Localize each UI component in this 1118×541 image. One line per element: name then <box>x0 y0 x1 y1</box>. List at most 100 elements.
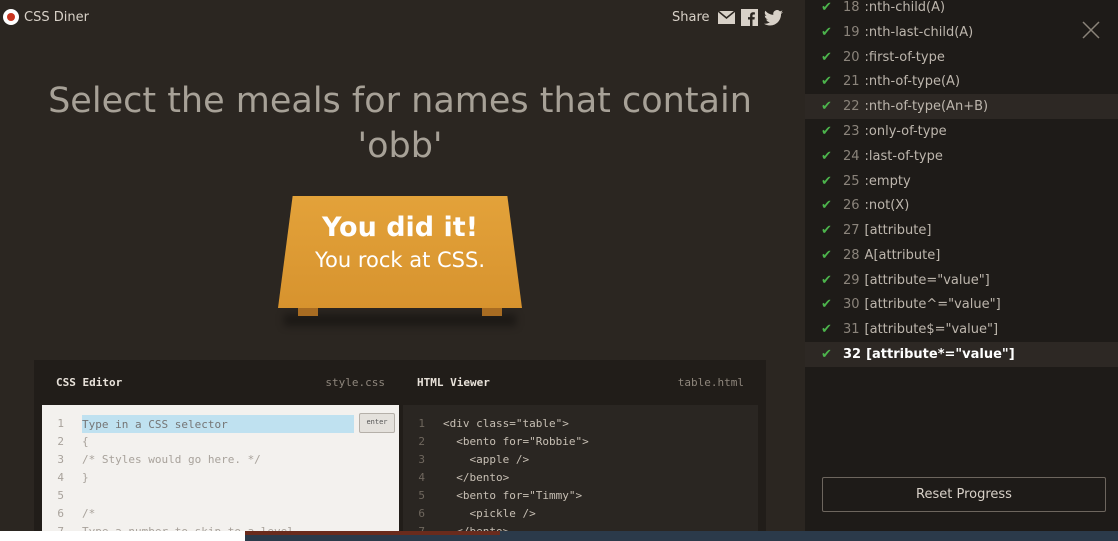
level-number: 24 <box>843 149 860 164</box>
reset-progress-button[interactable]: Reset Progress <box>822 477 1106 512</box>
twitter-icon[interactable] <box>763 9 783 26</box>
logo[interactable]: CSS Diner <box>3 9 89 25</box>
dining-table: You did it! You rock at CSS. <box>276 196 524 326</box>
html-line-numbers: 1 2 3 4 5 6 7 <box>403 415 431 541</box>
level-item[interactable]: ✔ 25 :empty <box>805 169 1118 194</box>
code-line: { <box>82 435 89 448</box>
code-line: } <box>82 471 89 484</box>
bottom-strip-accent <box>245 531 500 535</box>
level-number: 27 <box>843 223 860 238</box>
code-line[interactable]: <bento for="Robbie"> <box>443 433 750 451</box>
level-item-current[interactable]: ✔ 32 [attribute*="value"] <box>805 342 1118 367</box>
check-icon: ✔ <box>821 0 832 15</box>
level-menu: ✔ 18 :nth-child(A) ✔ 19 :nth-last-child(… <box>805 0 1118 531</box>
level-name: :nth-last-child(A) <box>864 25 974 40</box>
share-label: Share <box>672 10 710 25</box>
line-number: 5 <box>57 489 64 502</box>
level-item[interactable]: ✔ 27 [attribute] <box>805 218 1118 243</box>
level-item[interactable]: ✔ 30 [attribute^="value"] <box>805 292 1118 317</box>
html-viewer-filename: table.html <box>677 376 744 389</box>
level-item[interactable]: ✔ 29 [attribute="value"] <box>805 268 1118 293</box>
level-name: :nth-child(A) <box>864 0 946 15</box>
level-number: 20 <box>843 50 860 65</box>
level-number: 31 <box>843 322 860 337</box>
code-line: /* <box>82 507 96 520</box>
line-number: 1 <box>57 417 64 430</box>
success-heading: You did it! <box>321 212 479 243</box>
level-number: 21 <box>843 74 860 89</box>
level-name: A[attribute] <box>864 248 941 263</box>
bottom-strip <box>0 531 1118 541</box>
code-line[interactable]: <apple /> <box>443 451 750 469</box>
level-item[interactable]: ✔ 24 :last-of-type <box>805 144 1118 169</box>
css-code-area: 1 2 3 4 5 6 7 { /* Styles would go here.… <box>42 405 399 541</box>
share-bar: Share <box>672 9 783 26</box>
level-item[interactable]: ✔ 28 A[attribute] <box>805 243 1118 268</box>
facebook-icon[interactable] <box>740 9 758 26</box>
level-name: :first-of-type <box>864 50 945 65</box>
code-line[interactable]: </bento> <box>443 469 750 487</box>
level-number: 32 <box>843 347 862 362</box>
table-legs <box>298 308 502 316</box>
line-number: 3 <box>57 453 64 466</box>
level-name: :nth-of-type(An+B) <box>864 99 989 114</box>
level-item[interactable]: ✔ 22 :nth-of-type(An+B) <box>805 94 1118 119</box>
line-number: 6 <box>418 507 425 520</box>
level-name: [attribute] <box>864 223 932 238</box>
check-icon: ✔ <box>821 223 832 238</box>
mail-icon[interactable] <box>717 11 735 24</box>
line-number: 3 <box>418 453 425 466</box>
level-item[interactable]: ✔ 19 :nth-last-child(A) <box>805 20 1118 45</box>
level-number: 19 <box>843 25 860 40</box>
table-leg-right <box>482 308 502 316</box>
check-icon: ✔ <box>821 248 832 263</box>
html-viewer-header: HTML Viewer table.html <box>403 360 758 405</box>
level-name: :empty <box>864 174 911 189</box>
level-item[interactable]: ✔ 23 :only-of-type <box>805 119 1118 144</box>
level-item[interactable]: ✔ 26 :not(X) <box>805 193 1118 218</box>
top-bar: CSS Diner Share <box>0 0 805 36</box>
html-code-lines: <div class="table"> <bento for="Robbie">… <box>443 415 750 541</box>
html-viewer: HTML Viewer table.html 1 2 3 4 5 6 7 <di… <box>403 360 758 541</box>
css-line-numbers: 1 2 3 4 5 6 7 <box>42 415 70 541</box>
css-editor: CSS Editor style.css 1 2 3 4 5 6 7 { /* … <box>42 360 399 541</box>
level-number: 18 <box>843 0 860 15</box>
level-item[interactable]: ✔ 31 [attribute$="value"] <box>805 317 1118 342</box>
level-number: 22 <box>843 99 860 114</box>
level-name: [attribute*="value"] <box>866 347 1015 362</box>
level-name: :last-of-type <box>864 149 943 164</box>
css-selector-input[interactable] <box>82 415 354 433</box>
enter-button[interactable]: enter <box>359 413 395 433</box>
editor-panel: CSS Editor style.css 1 2 3 4 5 6 7 { /* … <box>34 360 766 541</box>
level-item[interactable]: ✔ 21 :nth-of-type(A) <box>805 69 1118 94</box>
html-code-area: 1 2 3 4 5 6 7 <div class="table"> <bento… <box>403 405 758 541</box>
level-name: :not(X) <box>864 198 910 213</box>
code-line[interactable]: <bento for="Timmy"> <box>443 487 750 505</box>
success-message: You did it! You rock at CSS. <box>276 210 524 274</box>
css-editor-header: CSS Editor style.css <box>42 360 399 405</box>
check-icon: ✔ <box>821 25 832 40</box>
check-icon: ✔ <box>821 273 832 288</box>
level-name: :nth-of-type(A) <box>864 74 961 89</box>
css-editor-filename: style.css <box>325 376 385 389</box>
logo-icon <box>3 9 19 25</box>
check-icon: ✔ <box>821 124 832 139</box>
check-icon: ✔ <box>821 50 832 65</box>
code-line[interactable]: <pickle /> <box>443 505 750 523</box>
line-number: 4 <box>418 471 425 484</box>
level-item[interactable]: ✔ 20 :first-of-type <box>805 45 1118 70</box>
level-name: [attribute="value"] <box>864 273 990 288</box>
code-line: /* Styles would go here. */ <box>82 453 261 466</box>
check-icon: ✔ <box>821 74 832 89</box>
check-icon: ✔ <box>821 297 832 312</box>
line-number: 6 <box>57 507 64 520</box>
check-icon: ✔ <box>821 198 832 213</box>
check-icon: ✔ <box>821 149 832 164</box>
code-line[interactable]: <div class="table"> <box>443 415 750 433</box>
level-item[interactable]: ✔ 18 :nth-child(A) <box>805 0 1118 20</box>
close-icon[interactable] <box>1081 20 1101 40</box>
line-number: 1 <box>418 417 425 430</box>
check-icon: ✔ <box>821 347 832 362</box>
level-number: 26 <box>843 198 860 213</box>
